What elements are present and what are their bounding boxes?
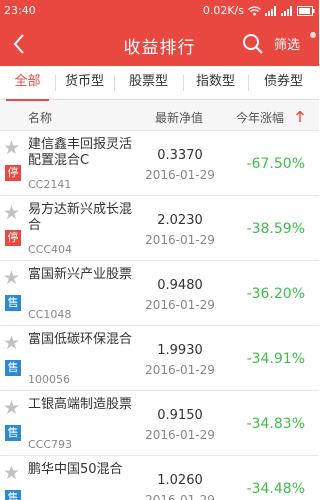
filter-button[interactable]: 筛选 xyxy=(274,34,300,53)
nav-date: 2016-01-29 xyxy=(145,363,215,377)
fund-row[interactable]: ★ 售 富国低碳环保混合 100056 1.9930 2016-01-29 -3… xyxy=(0,326,319,391)
tab-label: 股票型 xyxy=(128,74,168,89)
star-icon[interactable]: ★ xyxy=(3,399,20,418)
fund-name: 鹏华中国50混合 xyxy=(28,462,123,477)
nav-value: 0.9480 xyxy=(157,278,203,293)
nav-date: 2016-01-29 xyxy=(145,233,215,247)
star-icon[interactable]: ★ xyxy=(3,269,20,288)
ytd-change: -34.83% xyxy=(246,416,305,432)
nav-value: 0.3370 xyxy=(157,148,203,163)
tab-all[interactable]: 全部 xyxy=(0,66,55,101)
nav-value: 2.0230 xyxy=(157,213,203,228)
ytd-change: -34.48% xyxy=(246,481,305,497)
signal-icon xyxy=(265,5,276,16)
nav-value: 1.9930 xyxy=(157,343,203,358)
sort-arrow-icon[interactable] xyxy=(296,111,304,122)
ytd-change: -38.59% xyxy=(246,221,305,237)
status-badge: 售 xyxy=(5,425,21,441)
ytd-change: -36.20% xyxy=(246,286,305,302)
network-speed: 0.02K/s xyxy=(202,4,244,17)
fund-code: CC1048 xyxy=(28,308,72,321)
nav-value: 0.9150 xyxy=(157,408,203,423)
status-icons: 0.02K/s xyxy=(203,4,315,17)
fund-row[interactable]: ★ 停 易方达新兴成长混合 CCC404 2.0230 2016-01-29 -… xyxy=(0,196,319,261)
tab-money-market[interactable]: 货币型 xyxy=(55,66,114,100)
status-time: 23:40 xyxy=(4,4,36,17)
status-badge: 售 xyxy=(5,295,21,311)
star-icon[interactable]: ★ xyxy=(3,204,20,223)
fund-list: ★ 停 建信鑫丰回报灵活配置混合C CC2141 0.3370 2016-01-… xyxy=(0,131,319,500)
fund-row[interactable]: ★ 售 鹏华中国50混合 160605 1.0260 2016-01-29 -3… xyxy=(0,456,319,500)
nav-value: 1.0260 xyxy=(157,473,203,488)
column-header: 名称 最新净值 今年涨幅 xyxy=(0,101,319,131)
tab-bond[interactable]: 债券型 xyxy=(248,66,319,100)
search-button[interactable] xyxy=(240,30,266,58)
star-icon[interactable]: ★ xyxy=(3,464,20,483)
status-badge: 售 xyxy=(5,490,21,500)
tab-label: 货币型 xyxy=(64,74,104,89)
wifi-icon xyxy=(248,5,261,15)
status-badge: 停 xyxy=(5,230,21,246)
star-icon[interactable]: ★ xyxy=(3,334,20,353)
column-change[interactable]: 今年涨幅 xyxy=(236,109,284,126)
nav-date: 2016-01-29 xyxy=(145,298,215,312)
fund-type-tabs: 全部 货币型 股票型 指数型 债券型 xyxy=(0,66,319,101)
tab-label: 债券型 xyxy=(263,74,303,89)
tab-index[interactable]: 指数型 xyxy=(183,66,248,100)
status-badge: 停 xyxy=(5,165,21,181)
status-bar: 23:40 0.02K/s xyxy=(0,0,319,22)
tab-stock[interactable]: 股票型 xyxy=(114,66,183,100)
ytd-change: -34.91% xyxy=(246,351,305,367)
fund-row[interactable]: ★ 售 工银高端制造股票 CCC793 0.9150 2016-01-29 -3… xyxy=(0,391,319,456)
fund-name: 易方达新兴成长混合 xyxy=(28,202,133,233)
signal-icon-2 xyxy=(281,5,292,16)
nav-date: 2016-01-29 xyxy=(145,428,215,442)
nav-date: 2016-01-29 xyxy=(145,493,215,500)
battery-icon xyxy=(297,5,315,16)
ytd-change: -67.50% xyxy=(246,156,305,172)
fund-row[interactable]: ★ 售 富国新兴产业股票 CC1048 0.9480 2016-01-29 -3… xyxy=(0,261,319,326)
status-badge: 售 xyxy=(5,360,21,376)
fund-name: 富国新兴产业股票 xyxy=(28,267,133,282)
tab-label: 全部 xyxy=(14,74,41,89)
fund-code: 100056 xyxy=(28,373,70,386)
fund-name: 富国低碳环保混合 xyxy=(28,332,133,347)
nav-date: 2016-01-29 xyxy=(145,168,215,182)
fund-name: 建信鑫丰回报灵活配置混合C xyxy=(28,137,133,168)
column-nav[interactable]: 最新净值 xyxy=(155,109,203,126)
fund-code: CCC404 xyxy=(28,243,73,256)
search-icon xyxy=(243,34,263,54)
column-name: 名称 xyxy=(28,111,53,125)
fund-row[interactable]: ★ 停 建信鑫丰回报灵活配置混合C CC2141 0.3370 2016-01-… xyxy=(0,131,319,196)
tab-label: 指数型 xyxy=(195,74,235,89)
fund-name: 工银高端制造股票 xyxy=(28,397,133,412)
fund-code: CCC793 xyxy=(28,438,73,451)
fund-code: CC2141 xyxy=(28,178,72,191)
nav-bar: 收益排行 筛选 xyxy=(0,22,319,66)
notification-dot xyxy=(310,32,316,38)
page-title: 收益排行 xyxy=(123,38,196,58)
star-icon[interactable]: ★ xyxy=(3,139,20,158)
